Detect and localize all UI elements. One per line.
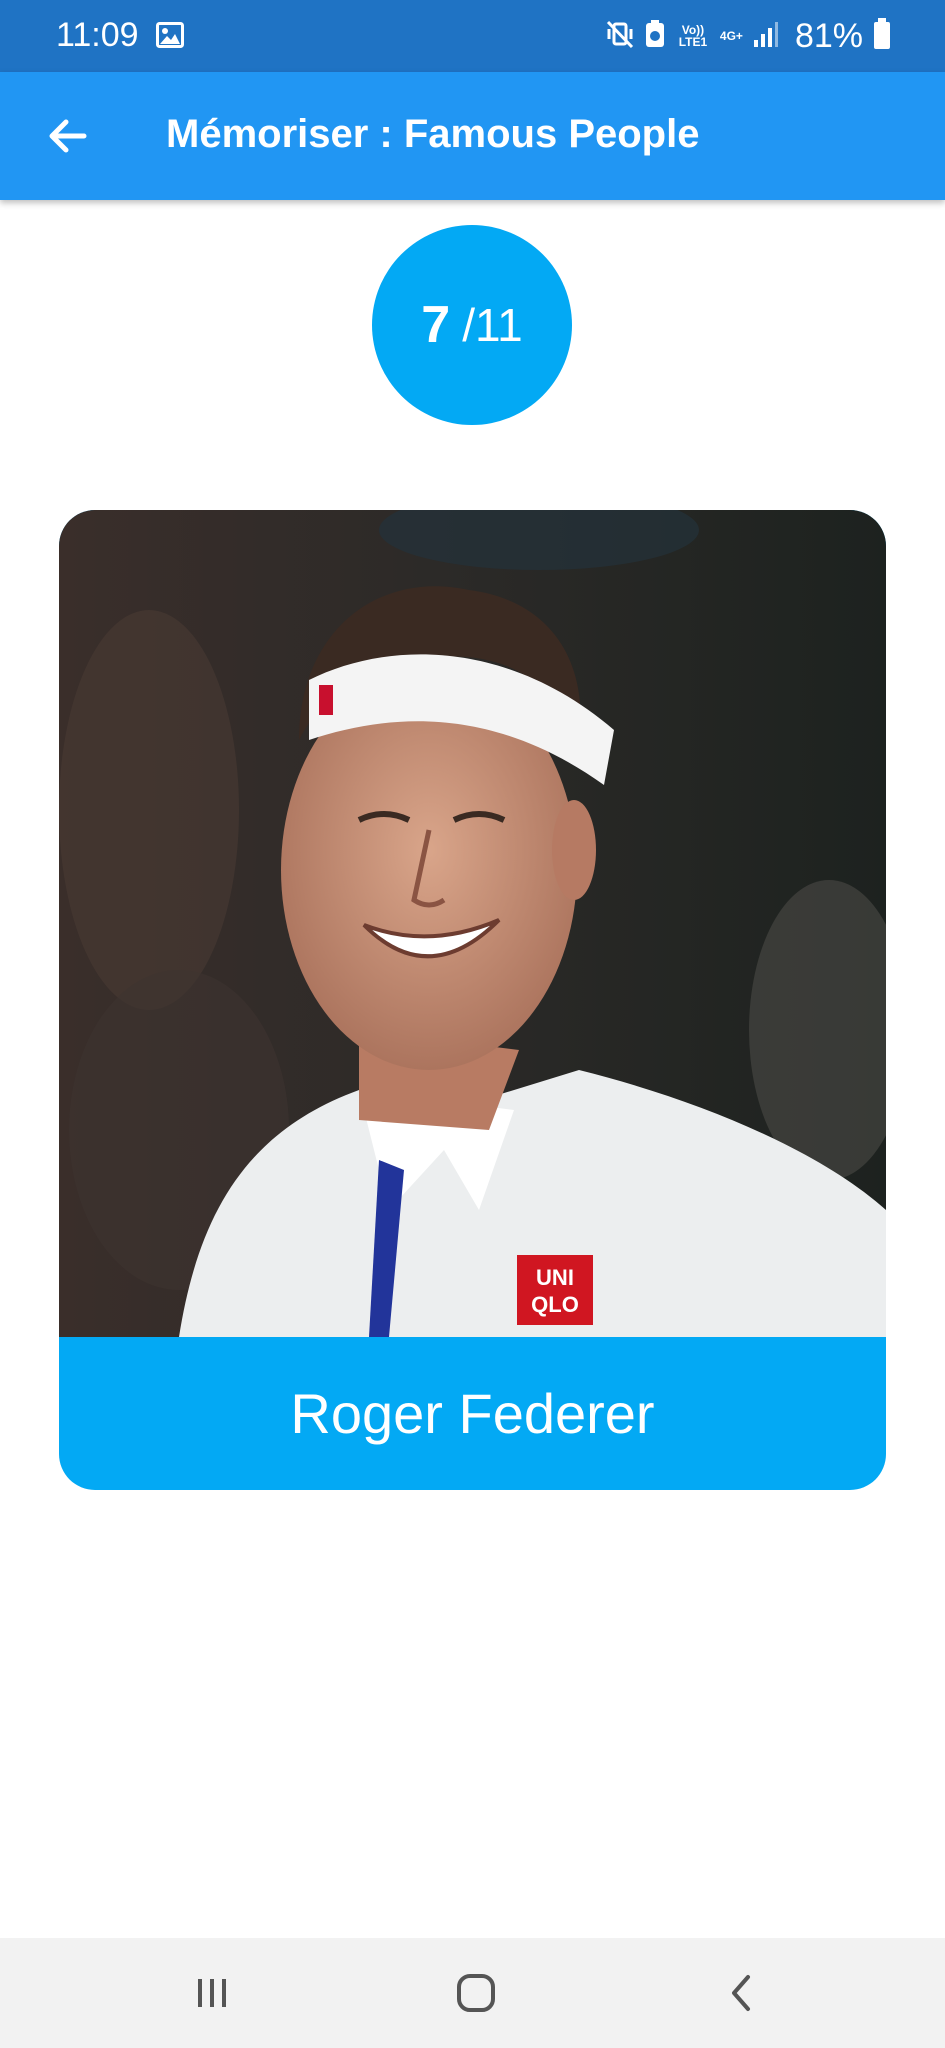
person-photo: UNI QLO <box>59 510 886 1337</box>
data-saver-icon <box>644 19 666 54</box>
arrow-left-icon <box>40 119 96 168</box>
back-button[interactable] <box>40 108 96 164</box>
progress-total: /11 <box>462 299 523 351</box>
page-title: Mémoriser : Famous People <box>166 112 700 156</box>
recent-apps-button[interactable] <box>182 1963 242 2023</box>
svg-text:QLO: QLO <box>531 1292 579 1317</box>
gallery-icon <box>156 22 184 53</box>
recent-apps-icon <box>182 1979 242 2027</box>
flashcard[interactable]: UNI QLO Roger Federer <box>59 510 886 1490</box>
svg-text:UNI: UNI <box>536 1265 574 1290</box>
status-time: 11:09 <box>56 16 139 54</box>
person-name: Roger Federer <box>290 1382 655 1445</box>
system-nav-bar <box>0 1938 945 2048</box>
vibrate-mute-icon <box>606 19 634 54</box>
signal-icon <box>753 20 779 53</box>
progress-current: 7 <box>421 296 451 354</box>
home-icon <box>446 1974 506 2027</box>
battery-icon <box>873 17 891 55</box>
nav-back-button[interactable] <box>712 1963 772 2023</box>
status-bar: 11:09 Vo)) LTE1 4G+ 81% <box>0 0 945 72</box>
home-button[interactable] <box>446 1963 506 2023</box>
status-icons: Vo)) LTE1 4G+ 81% <box>606 14 891 58</box>
volte-icon: Vo)) LTE1 <box>678 23 708 49</box>
progress-counter: 7 /11 <box>372 225 572 425</box>
back-icon <box>712 1975 772 2027</box>
network-4g-icon: 4G+ <box>719 29 743 43</box>
answer-label: Roger Federer <box>59 1337 886 1490</box>
battery-percent: 81% <box>794 16 863 55</box>
app-bar: Mémoriser : Famous People <box>0 72 945 200</box>
